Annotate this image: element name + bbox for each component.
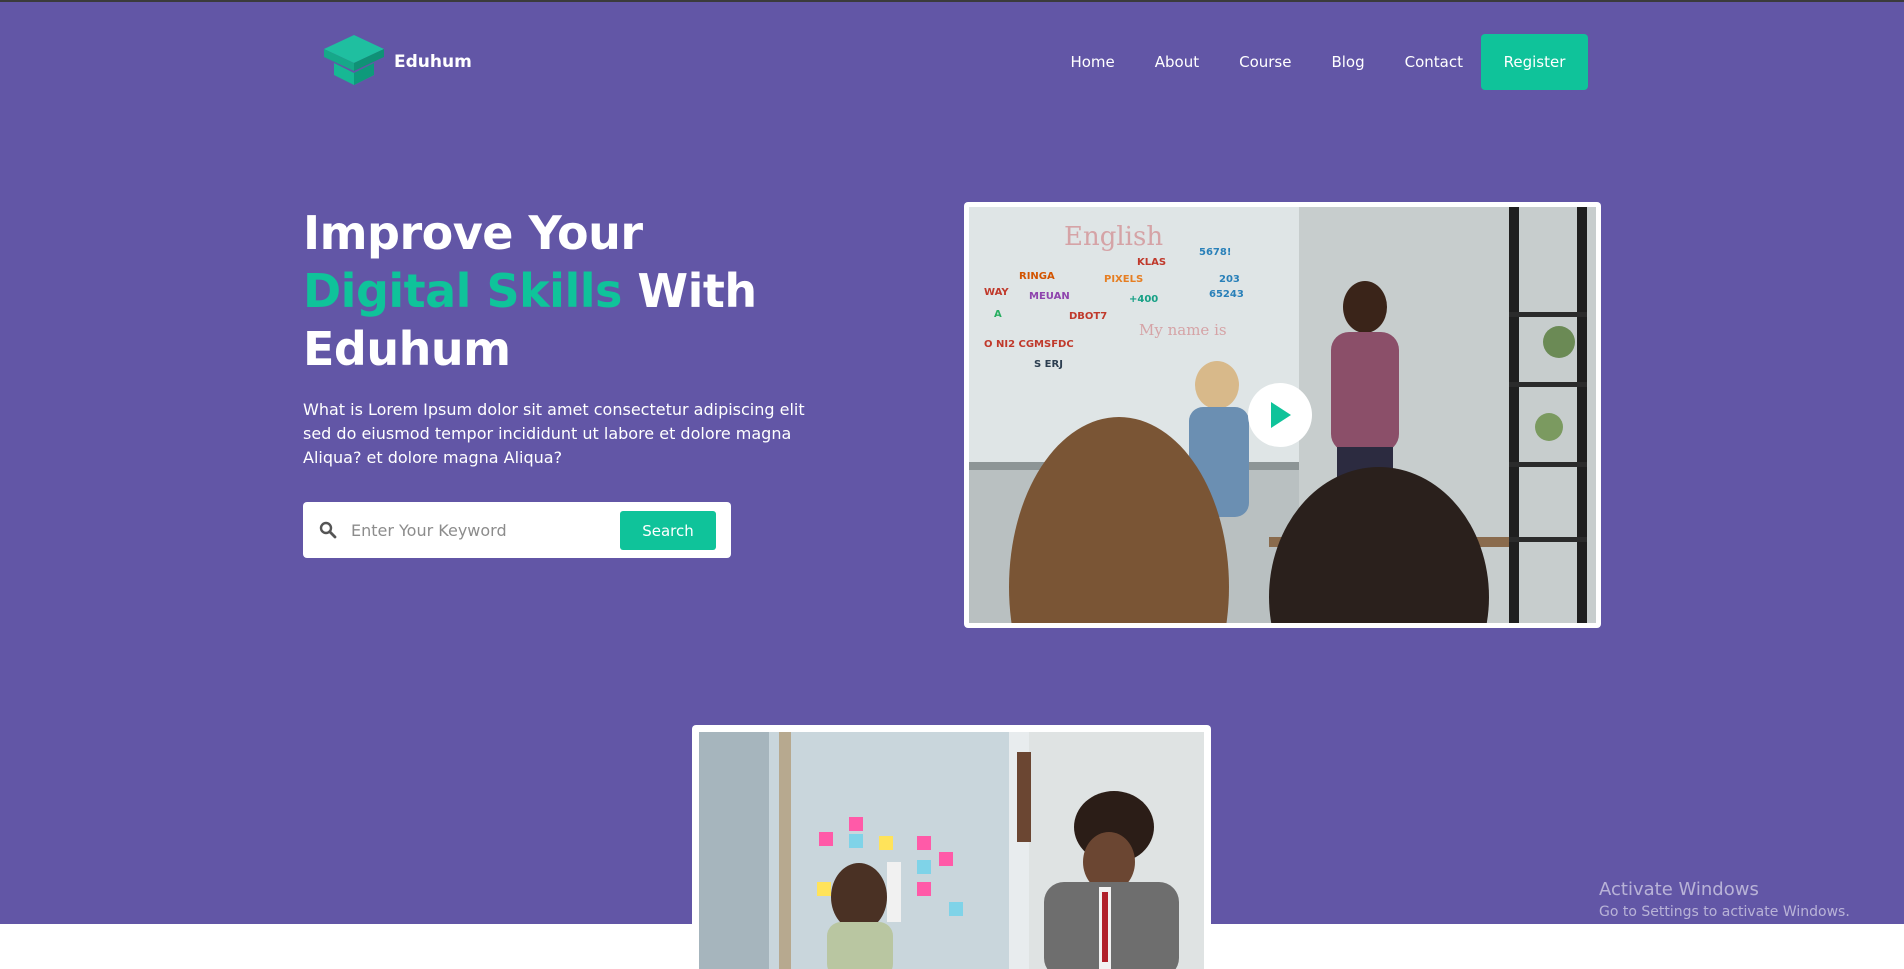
svg-text:203: 203	[1219, 274, 1240, 285]
svg-text:PIXELS: PIXELS	[1104, 274, 1143, 285]
nav-about[interactable]: About	[1155, 53, 1199, 71]
brand-logo[interactable]: Eduhum	[322, 33, 472, 87]
play-icon	[1271, 402, 1291, 428]
nav-course[interactable]: Course	[1239, 53, 1291, 71]
watermark-subtitle: Go to Settings to activate Windows.	[1599, 904, 1850, 920]
svg-text:DBOT7: DBOT7	[1069, 311, 1107, 322]
nav-contact[interactable]: Contact	[1405, 53, 1463, 71]
svg-text:WAY: WAY	[984, 287, 1009, 298]
hero-headline: Improve Your Digital Skills With Eduhum	[303, 204, 757, 378]
svg-text:A: A	[994, 309, 1002, 320]
hero-description: What is Lorem Ipsum dolor sit amet conse…	[303, 400, 805, 467]
watermark-title: Activate Windows	[1599, 879, 1759, 900]
headline-line1: Improve Your	[303, 206, 643, 260]
svg-text:English: English	[1064, 222, 1163, 252]
svg-text:RINGA: RINGA	[1019, 271, 1055, 282]
team-photo-card	[692, 725, 1211, 969]
search-bar: Search	[303, 502, 731, 558]
play-button[interactable]	[1248, 383, 1312, 447]
nav-home[interactable]: Home	[1070, 53, 1114, 71]
register-button[interactable]: Register	[1481, 34, 1588, 90]
svg-text:65243: 65243	[1209, 289, 1244, 300]
search-icon	[319, 521, 337, 539]
headline-accent: Digital Skills	[303, 264, 622, 318]
svg-text:5678!: 5678!	[1199, 247, 1231, 258]
search-input[interactable]	[351, 520, 601, 540]
svg-text:S ERJ: S ERJ	[1034, 359, 1063, 370]
svg-text:+400: +400	[1129, 294, 1158, 305]
brand-name: Eduhum	[394, 52, 472, 72]
graduation-cap-icon	[324, 35, 384, 85]
svg-text:MEUAN: MEUAN	[1029, 291, 1070, 302]
team-whiteboard-photo	[699, 732, 1204, 969]
nav-blog[interactable]: Blog	[1331, 53, 1364, 71]
headline-line3: Eduhum	[303, 322, 511, 376]
main-nav: Home About Course Blog Contact Register	[1070, 34, 1588, 90]
search-button[interactable]: Search	[620, 511, 716, 550]
svg-text:O NI2 CGMSFDC: O NI2 CGMSFDC	[984, 339, 1074, 350]
svg-text:My name is: My name is	[1139, 321, 1227, 339]
svg-text:KLAS: KLAS	[1137, 257, 1166, 268]
video-card: WAY RINGA MEUAN A O NI2 CGMSFDC S ERJ PI…	[964, 202, 1601, 628]
headline-line2-rest: With	[621, 264, 757, 318]
activate-windows-watermark: Activate Windows Go to Settings to activ…	[1599, 879, 1850, 920]
